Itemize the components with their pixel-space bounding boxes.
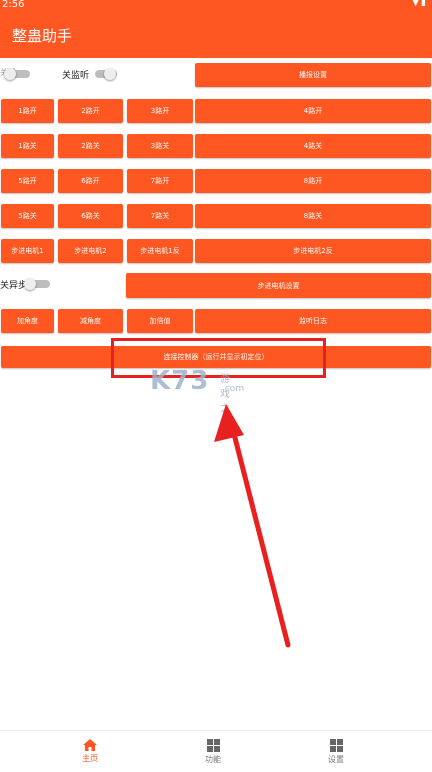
nav-functions[interactable]: 功能 [183, 739, 243, 765]
nav-home[interactable]: 主页 [60, 739, 120, 764]
nav-home-label: 主页 [82, 754, 98, 763]
grid-icon [329, 739, 343, 752]
annotation-arrow-icon [214, 404, 291, 648]
home-icon [83, 739, 97, 751]
nav-functions-label: 功能 [205, 755, 221, 764]
nav-settings[interactable]: 设置 [306, 739, 366, 765]
bottom-navigation: 主页 功能 设置 [0, 730, 432, 772]
grid-icon [206, 739, 220, 752]
nav-settings-label: 设置 [328, 755, 344, 764]
